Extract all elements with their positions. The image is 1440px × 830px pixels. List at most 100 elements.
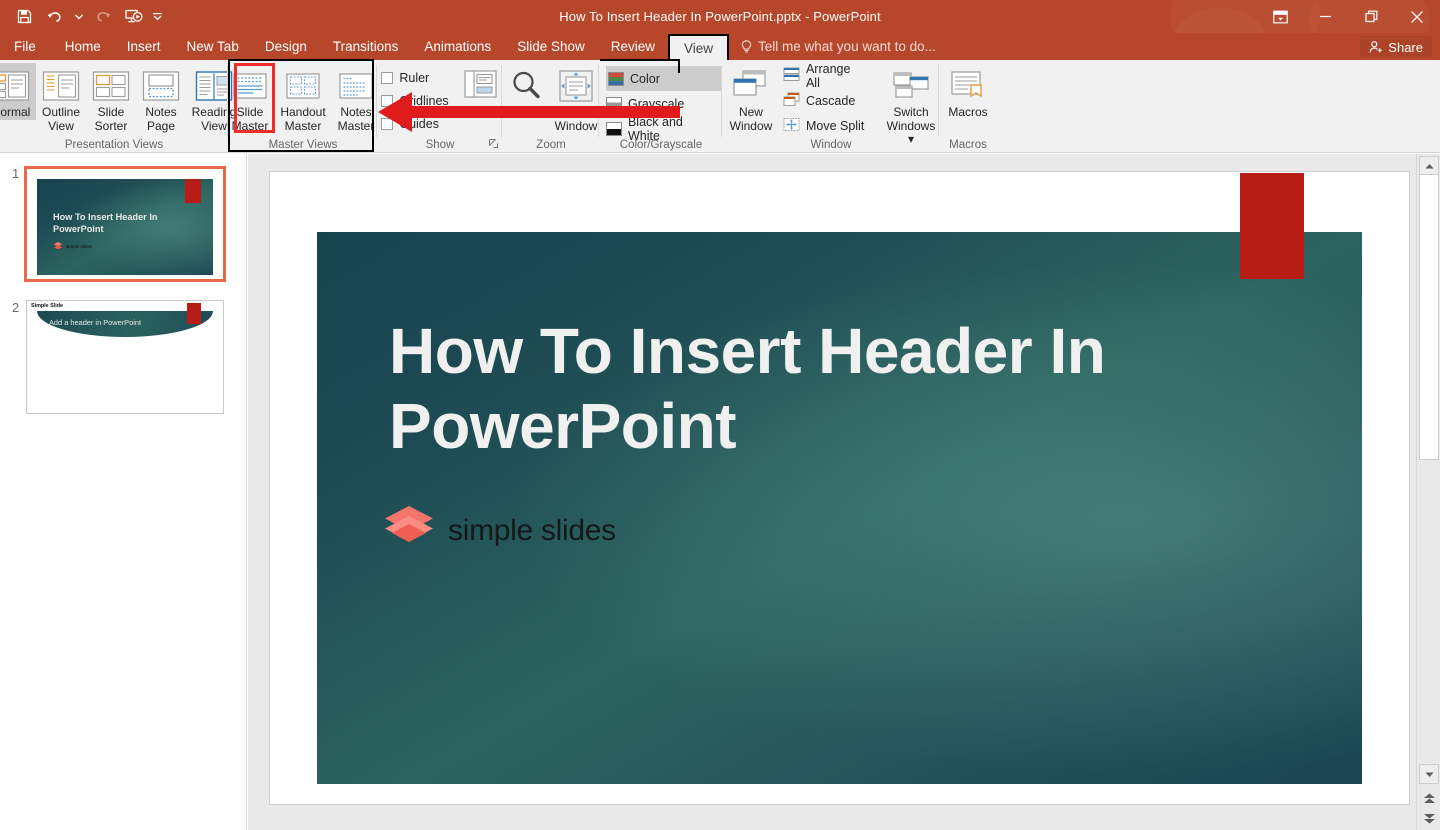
undo-button[interactable] xyxy=(40,4,68,30)
normal-view-icon xyxy=(0,66,30,106)
slide-master-icon xyxy=(231,66,269,106)
tab-home[interactable]: Home xyxy=(52,33,114,60)
tab-transitions[interactable]: Transitions xyxy=(320,33,412,60)
thumbnail-1-surface: How To Insert Header In PowerPoint simpl… xyxy=(37,179,213,275)
notes-page-label-2: Page xyxy=(146,118,176,133)
ribbon-group-presentation-views: Normal Outline View Slide Sorter xyxy=(0,60,236,153)
arrange-all-row[interactable]: Arrange All xyxy=(783,62,871,90)
ruler-checkbox[interactable] xyxy=(381,71,394,84)
close-icon[interactable] xyxy=(1394,0,1440,33)
show-dialog-launcher-icon[interactable] xyxy=(489,139,498,151)
tab-slide-show[interactable]: Slide Show xyxy=(504,33,598,60)
thumbnail-frame-1[interactable]: How To Insert Header In PowerPoint simpl… xyxy=(24,166,226,282)
thumbnail-2-red-marker xyxy=(187,303,201,324)
tab-view[interactable]: View xyxy=(668,34,730,60)
restore-icon[interactable] xyxy=(1348,0,1394,33)
ribbon: Normal Outline View Slide Sorter xyxy=(0,60,1440,207)
thumbnail-2-surface: Simple Slide Add a header in PowerPoint xyxy=(27,301,223,413)
gridlines-checkbox-row[interactable]: Gridlines xyxy=(381,89,449,112)
slide-editing-stage: How To Insert Header In PowerPoint simpl… xyxy=(248,154,1416,830)
color-option-row[interactable]: Color xyxy=(606,66,722,91)
tell-me-search[interactable]: Tell me what you want to do... xyxy=(729,33,948,60)
tab-design[interactable]: Design xyxy=(252,33,320,60)
arrange-all-icon xyxy=(783,67,800,85)
outline-view-button[interactable]: Outline View xyxy=(36,63,86,133)
window-controls xyxy=(1258,0,1440,33)
scroll-up-button[interactable] xyxy=(1419,156,1439,176)
undo-dropdown-chevron-down-icon[interactable] xyxy=(70,4,87,30)
ribbon-group-zoom: Zoom Fit to Window Zoom xyxy=(503,60,599,153)
slide-canvas[interactable]: How To Insert Header In PowerPoint simpl… xyxy=(269,171,1410,805)
switch-windows-label-1: Switch xyxy=(893,105,929,119)
macros-button[interactable]: Macros xyxy=(940,63,996,120)
guides-checkbox-row[interactable]: Guides xyxy=(381,112,448,135)
tab-review[interactable]: Review xyxy=(598,33,668,60)
outline-view-label-1: Outline xyxy=(41,105,81,119)
tab-insert[interactable]: Insert xyxy=(114,33,174,60)
reading-view-label-2: View xyxy=(201,118,227,133)
cascade-row[interactable]: Cascade xyxy=(783,88,871,113)
ruler-label: Ruler xyxy=(399,70,430,85)
gridlines-checkbox[interactable] xyxy=(381,94,394,107)
next-slide-button[interactable] xyxy=(1419,808,1439,828)
start-slideshow-button[interactable] xyxy=(119,4,147,30)
guides-checkbox[interactable] xyxy=(381,117,394,130)
fit-to-window-label-1: Fit to xyxy=(562,105,590,119)
move-split-row[interactable]: Move Split xyxy=(783,113,871,138)
grayscale-swatch-icon xyxy=(606,96,622,111)
title-bar: How To Insert Header In PowerPoint.pptx … xyxy=(0,0,1440,33)
handout-master-button[interactable]: Handout Master xyxy=(275,63,331,133)
thumbnail-2-header: Simple Slide xyxy=(31,303,64,309)
powerpoint-window: How To Insert Header In PowerPoint.pptx … xyxy=(0,0,1440,830)
zoom-button[interactable]: Zoom xyxy=(501,63,551,120)
tab-file[interactable]: File xyxy=(0,33,52,60)
color-label: Color xyxy=(630,71,660,86)
slide-red-rectangle-annotation xyxy=(1240,173,1304,279)
fit-to-window-button[interactable]: Fit to Window xyxy=(551,63,601,133)
tab-animations[interactable]: Animations xyxy=(411,33,504,60)
handout-master-icon xyxy=(284,66,322,106)
group-divider xyxy=(598,65,599,137)
ribbon-display-options-icon[interactable] xyxy=(1258,0,1302,33)
presentation-views-group-label: Presentation Views xyxy=(64,139,164,151)
slide-master-button[interactable]: Slide Master xyxy=(225,63,275,133)
notes-master-button[interactable]: Notes Master xyxy=(331,63,381,133)
color-grayscale-group-label: Color/Grayscale xyxy=(619,139,703,151)
notes-page-button[interactable]: Notes Page xyxy=(136,63,186,133)
notes-page-icon xyxy=(142,66,180,106)
save-button[interactable] xyxy=(10,4,38,30)
scrollbar-thumb[interactable] xyxy=(1419,174,1439,460)
normal-view-label: Normal xyxy=(0,105,31,119)
master-views-group-label: Master Views xyxy=(268,139,338,151)
vertical-scrollbar[interactable] xyxy=(1416,154,1440,830)
slide-title-text[interactable]: How To Insert Header In PowerPoint xyxy=(389,314,1189,464)
normal-view-button[interactable]: Normal xyxy=(0,63,36,120)
minimize-icon[interactable] xyxy=(1302,0,1348,33)
share-button[interactable]: Share xyxy=(1360,36,1432,58)
slide-surface[interactable]: How To Insert Header In PowerPoint simpl… xyxy=(317,232,1362,784)
thumbnail-1-title: How To Insert Header In PowerPoint xyxy=(53,212,158,234)
new-window-label-2: Window xyxy=(729,118,773,133)
customize-quick-access-toolbar-button[interactable] xyxy=(149,4,166,30)
slide-sorter-button[interactable]: Slide Sorter xyxy=(86,63,136,133)
grayscale-option-row[interactable]: Grayscale xyxy=(606,91,722,116)
previous-slide-button[interactable] xyxy=(1419,788,1439,808)
scroll-down-button[interactable] xyxy=(1419,764,1439,784)
thumbnail-frame-2[interactable]: Simple Slide Add a header in PowerPoint xyxy=(26,300,224,414)
notes-button[interactable]: Notes xyxy=(455,66,505,120)
window-group-label: Window xyxy=(810,139,852,151)
share-label: Share xyxy=(1388,39,1423,55)
macros-label: Macros xyxy=(948,105,988,119)
ruler-checkbox-row[interactable]: Ruler xyxy=(381,66,448,89)
handout-master-label-2: Master xyxy=(284,118,322,133)
black-and-white-option-row[interactable]: Black and White xyxy=(606,115,722,143)
switch-windows-button[interactable]: Switch Windows ▾ xyxy=(883,63,939,147)
thumbnail-2-title: Add a header in PowerPoint xyxy=(49,318,142,327)
slide-sorter-label-2: Sorter xyxy=(94,118,128,133)
slide-brand-row[interactable]: simple slides xyxy=(382,505,616,556)
group-divider xyxy=(938,65,939,137)
tab-new-tab[interactable]: New Tab xyxy=(174,33,252,60)
thumbnail-1-brand-text: simple slides xyxy=(66,243,93,249)
new-window-button[interactable]: New Window xyxy=(723,63,779,133)
slide-brand-text: simple slides xyxy=(448,513,616,547)
